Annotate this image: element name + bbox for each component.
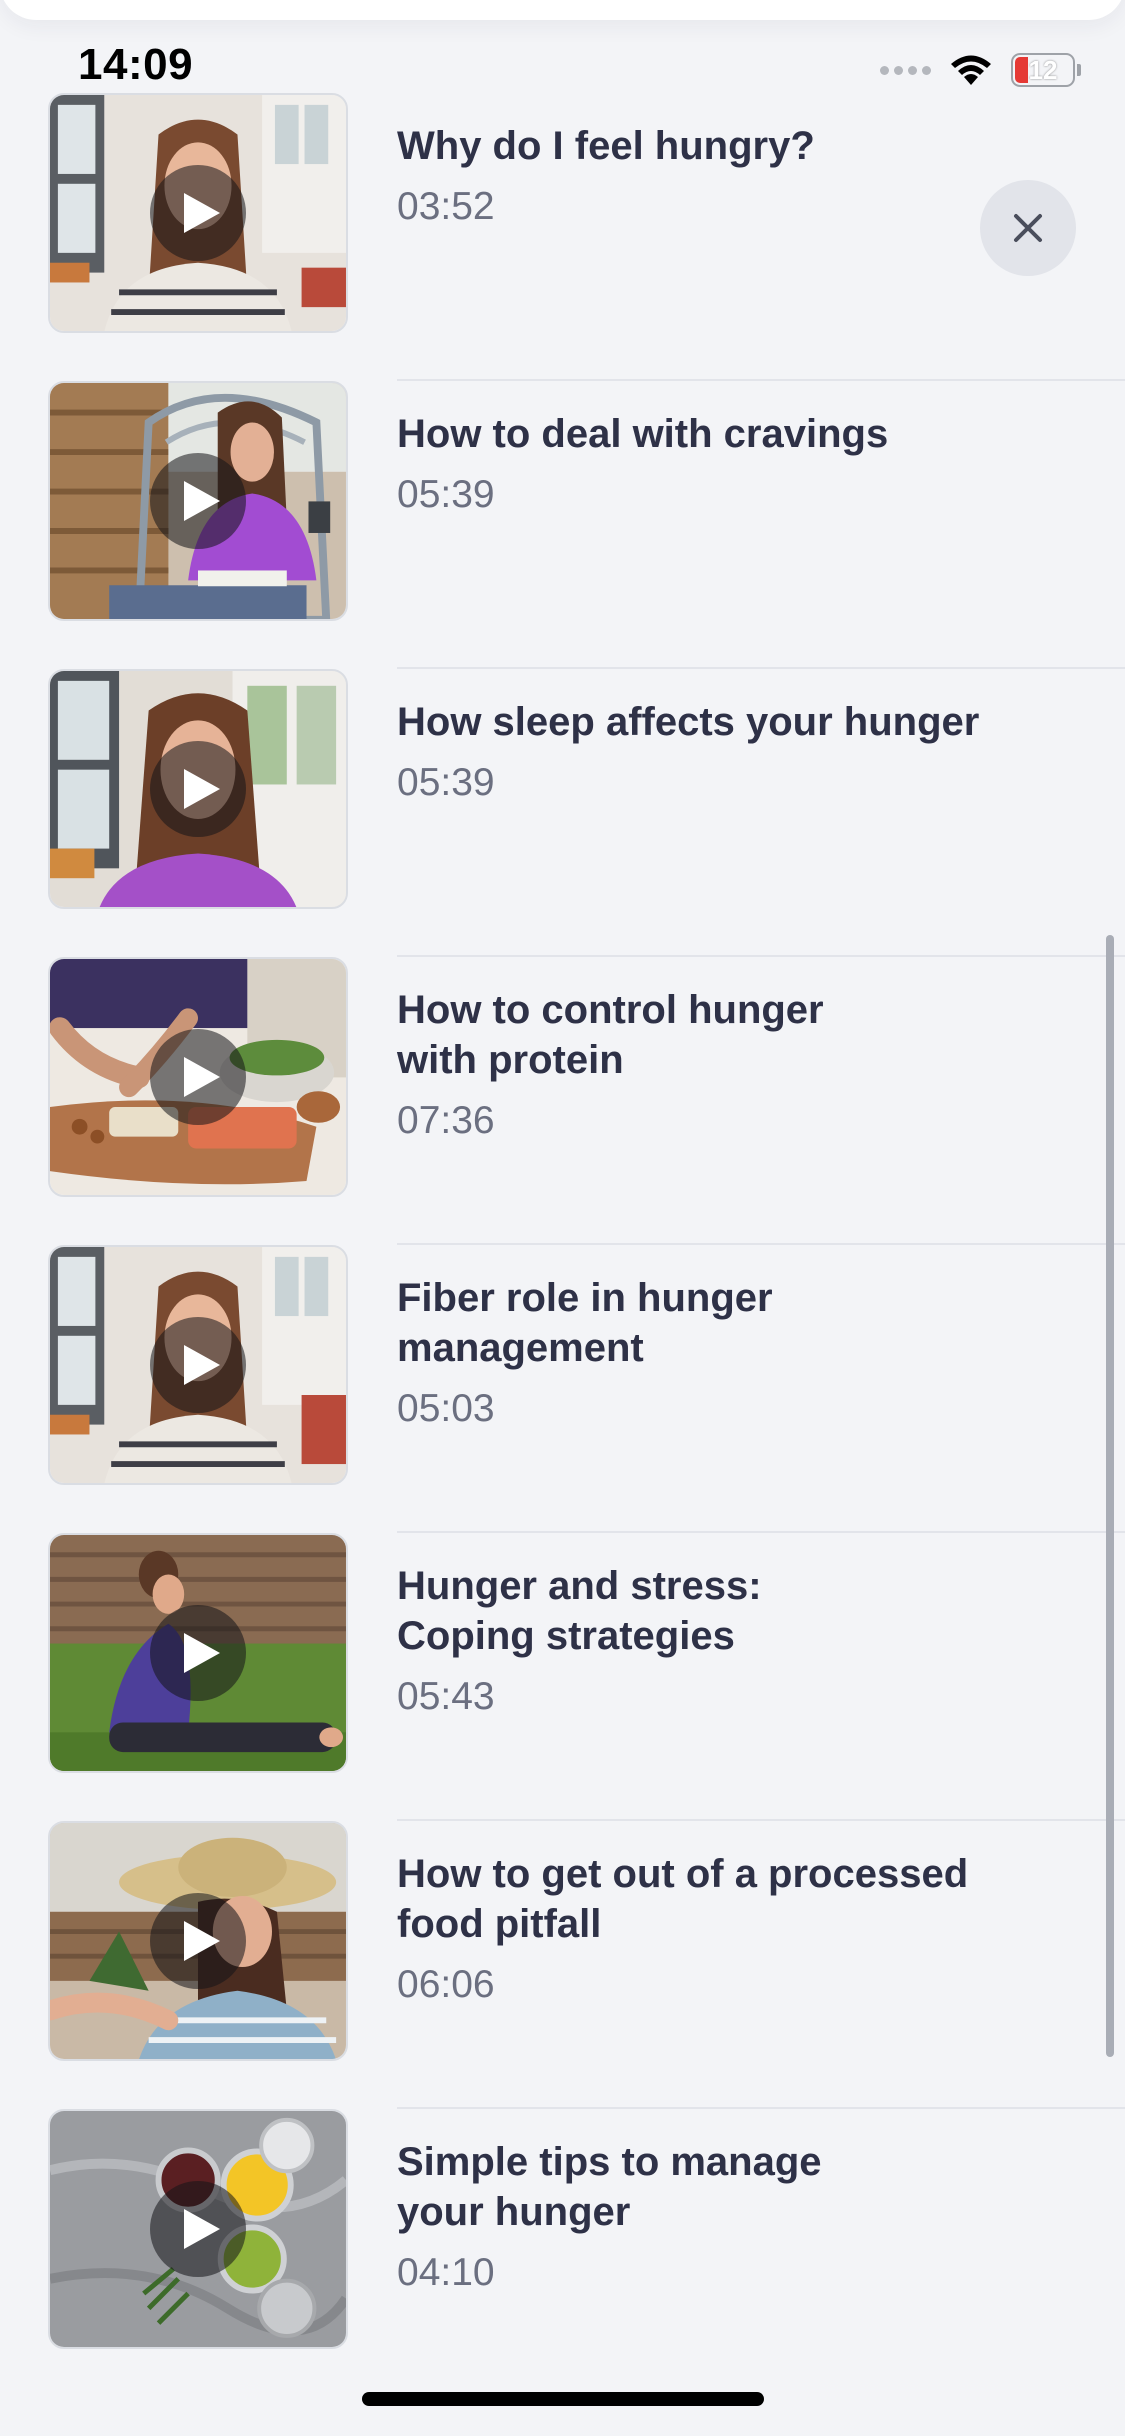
video-info: How to deal with cravings 05:39 (397, 409, 1057, 519)
video-list-screen: Why do I feel hungry? 03:52 How to deal … (0, 0, 1125, 2436)
cellular-signal-icon (880, 65, 931, 75)
play-button[interactable] (150, 1029, 246, 1125)
video-duration: 05:39 (397, 473, 495, 516)
video-row[interactable]: Why do I feel hungry? 03:52 (0, 93, 1125, 381)
scrollbar[interactable] (1106, 935, 1114, 2057)
video-title: Hunger and stress: Coping strategies (397, 1564, 762, 1658)
video-row[interactable]: Fiber role in hunger management 05:03 (0, 1245, 1125, 1533)
status-time: 14:09 (78, 40, 194, 89)
video-info: Simple tips to manage your hunger 04:10 (397, 2137, 1057, 2297)
video-title: Simple tips to manage your hunger (397, 2140, 822, 2234)
play-button[interactable] (150, 741, 246, 837)
status-icons: 12 (880, 50, 1081, 90)
video-info: How sleep affects your hunger 05:39 (397, 697, 1057, 807)
video-row[interactable]: How to deal with cravings 05:39 (0, 381, 1125, 669)
video-info: Fiber role in hunger management 05:03 (397, 1273, 1057, 1433)
play-icon (184, 1633, 220, 1673)
wifi-icon (951, 55, 991, 85)
video-duration: 03:52 (397, 185, 495, 228)
play-button[interactable] (150, 1317, 246, 1413)
close-icon (1014, 214, 1042, 242)
video-duration: 05:03 (397, 1387, 495, 1430)
play-button[interactable] (150, 1605, 246, 1701)
play-button[interactable] (150, 2181, 246, 2277)
play-icon (184, 481, 220, 521)
video-title: How sleep affects your hunger (397, 700, 980, 744)
video-thumbnail[interactable] (48, 2109, 348, 2349)
video-thumbnail[interactable] (48, 957, 348, 1197)
video-row[interactable]: Simple tips to manage your hunger 04:10 (0, 2109, 1125, 2397)
battery-icon: 12 (1011, 53, 1075, 87)
video-row[interactable]: Hunger and stress: Coping strategies 05:… (0, 1533, 1125, 1821)
video-title: How to control hunger with protein (397, 988, 824, 1082)
video-row[interactable]: How to control hunger with protein 07:36 (0, 957, 1125, 1245)
battery-tip (1077, 64, 1081, 76)
video-duration: 04:10 (397, 2251, 495, 2294)
play-button[interactable] (150, 453, 246, 549)
video-row[interactable]: How to get out of a processed food pitfa… (0, 1821, 1125, 2109)
video-thumbnail[interactable] (48, 381, 348, 621)
video-title: Why do I feel hungry? (397, 124, 815, 168)
video-duration: 06:06 (397, 1963, 495, 2006)
video-info: Why do I feel hungry? 03:52 (397, 121, 1057, 231)
video-duration: 07:36 (397, 1099, 495, 1142)
video-info: How to get out of a processed food pitfa… (397, 1849, 1057, 2009)
video-row[interactable]: How sleep affects your hunger 05:39 (0, 669, 1125, 957)
video-duration: 05:43 (397, 1675, 495, 1718)
video-thumbnail[interactable] (48, 1245, 348, 1485)
play-button[interactable] (150, 165, 246, 261)
video-thumbnail[interactable] (48, 93, 348, 333)
play-button[interactable] (150, 1893, 246, 1989)
battery-level: 12 (1028, 55, 1058, 85)
play-icon (184, 2209, 220, 2249)
video-info: Hunger and stress: Coping strategies 05:… (397, 1561, 1057, 1721)
play-icon (184, 1345, 220, 1385)
video-info: How to control hunger with protein 07:36 (397, 985, 1057, 1145)
play-icon (184, 1921, 220, 1961)
play-icon (184, 1057, 220, 1097)
home-indicator[interactable] (362, 2392, 764, 2406)
video-thumbnail[interactable] (48, 1821, 348, 2061)
video-duration: 05:39 (397, 761, 495, 804)
status-bar: 14:09 12 (0, 0, 1125, 96)
video-title: How to get out of a processed food pitfa… (397, 1852, 969, 1946)
video-title: How to deal with cravings (397, 412, 889, 456)
video-thumbnail[interactable] (48, 1533, 348, 1773)
play-icon (184, 769, 220, 809)
close-button[interactable] (980, 180, 1076, 276)
play-icon (184, 193, 220, 233)
video-thumbnail[interactable] (48, 669, 348, 909)
video-title: Fiber role in hunger management (397, 1276, 773, 1370)
